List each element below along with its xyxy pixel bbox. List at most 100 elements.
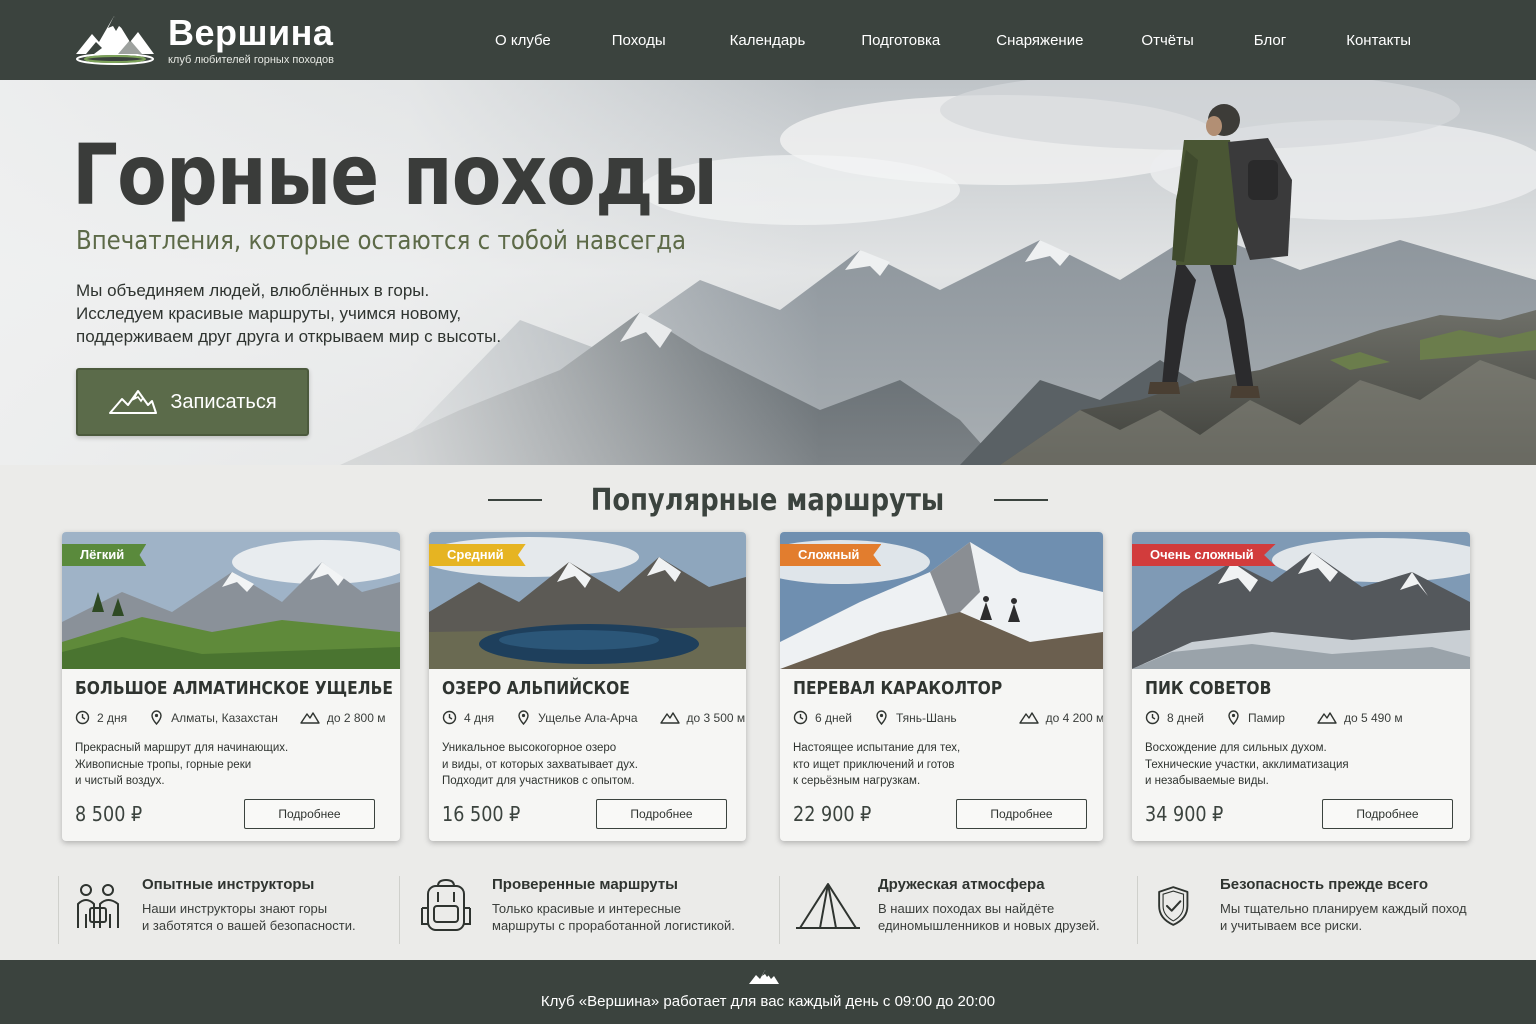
route-title: ПЕРЕВАЛ КАРАКОЛТОР (793, 678, 1003, 699)
nav-item-blog[interactable]: Блог (1224, 32, 1316, 49)
route-desc-line: Технические участки, акклиматизация (1145, 758, 1349, 771)
nav-item-gear[interactable]: Снаряжение (968, 32, 1111, 49)
hero-text-line: Исследуем красивые маршруты, учимся ново… (76, 304, 462, 323)
logo[interactable]: Вершина клуб любителей горных походов (72, 12, 334, 68)
route-card[interactable]: Средний ОЗЕРО АЛЬПИЙСКОЕ 4 дня Ущелье Ал… (429, 532, 746, 841)
hero-banner: Горные походы Впечатления, которые остаю… (0, 80, 1536, 465)
nav-item-calendar[interactable]: Календарь (702, 32, 834, 49)
nav-item-training[interactable]: Подготовка (833, 32, 968, 49)
divider (779, 876, 780, 944)
feature-item: Проверенные маршруты Только красивые и и… (418, 874, 768, 944)
route-card[interactable]: Сложный ПЕРЕВАЛ КАРАКОЛТОР 6 дней Тянь-Ш… (780, 532, 1103, 841)
altitude-mountain-icon (659, 712, 680, 724)
route-location: Алматы, Казахстан (171, 710, 278, 725)
mountain-icon (109, 390, 158, 414)
location-pin-icon (1228, 710, 1239, 725)
route-desc-line: Прекрасный маршрут для начинающих. (75, 742, 289, 754)
brand-tagline: клуб любителей горных походов (168, 54, 334, 66)
route-desc-line: к серьёзным нагрузкам. (793, 775, 921, 787)
feature-text-line: Наши инструкторы знают горы (142, 901, 328, 916)
feature-text-line: маршруты с проработанной логистикой. (492, 918, 735, 933)
route-desc-line: Подходит для участников с опытом. (442, 775, 635, 787)
brand-name: Вершина (168, 12, 334, 53)
route-meta: 6 дней Тянь-Шань до 4 200 м (793, 710, 1103, 725)
route-desc-line: и незабываемые виды. (1145, 775, 1269, 787)
clock-icon (75, 710, 90, 725)
route-desc-line: Настоящее испытание для тех, (793, 742, 961, 754)
route-meta: 4 дня Ущелье Ала-Арча до 3 500 м (442, 710, 746, 725)
mountain-logo-icon (749, 970, 779, 984)
route-altitude: до 5 490 м (1343, 710, 1403, 725)
location-pin-icon (876, 710, 887, 725)
nav-item-hikes[interactable]: Походы (576, 32, 702, 49)
routes-section-header: Популярные маршруты (0, 478, 1536, 522)
feature-title: Опытные инструкторы (142, 876, 315, 893)
feature-text: Мы тщательно планируем каждый поход и уч… (1220, 900, 1467, 934)
location-pin-icon (518, 710, 529, 725)
altitude-mountain-icon (300, 712, 320, 724)
route-price: 34 900 ₽ (1145, 802, 1224, 826)
feature-item: Дружеская атмосфера В наших походах вы н… (796, 874, 1126, 944)
hero-description: Мы объединяем людей, влюблённых в горы. … (76, 279, 501, 348)
difficulty-badge: Лёгкий (62, 544, 147, 566)
divider (993, 499, 1048, 501)
feature-text: В наших походах вы найдёте единомышленни… (878, 900, 1100, 934)
route-desc-line: Восхождение для сильных духом. (1145, 742, 1327, 754)
hero-subtitle: Впечатления, которые остаются с тобой на… (76, 226, 687, 256)
nav-item-about[interactable]: О клубе (470, 32, 576, 49)
clock-icon (793, 710, 808, 725)
route-duration: 8 дней (1167, 710, 1205, 725)
nav-item-contacts[interactable]: Контакты (1316, 32, 1441, 49)
route-desc-line: и чистый воздух. (75, 775, 165, 787)
route-meta: 2 дня Алматы, Казахстан до 2 800 м (75, 710, 400, 725)
feature-title: Проверенные маршруты (492, 876, 678, 893)
divider (399, 876, 400, 944)
route-altitude: до 3 500 м (686, 710, 746, 725)
feature-text-line: Мы тщательно планируем каждый поход (1220, 901, 1467, 916)
route-duration: 4 дня (464, 710, 495, 725)
hero-text-line: поддерживаем друг друга и открываем мир … (76, 327, 502, 346)
main-nav: О клубе Походы Календарь Подготовка Снар… (470, 0, 1441, 80)
route-desc-line: Уникальное высокогорное озеро (442, 742, 617, 754)
route-duration: 2 дня (97, 710, 128, 725)
route-desc-line: Живописные тропы, горные реки (75, 758, 252, 771)
tent-icon (796, 883, 860, 929)
route-card[interactable]: Очень сложный ПИК СОВЕТОВ 8 дней Памир д… (1132, 532, 1470, 841)
hero-text-line: Мы объединяем людей, влюблённых в горы. (76, 281, 430, 300)
hero-title: Горные походы (72, 126, 718, 224)
route-location: Памир (1248, 710, 1285, 725)
difficulty-badge: Сложный (780, 544, 882, 566)
route-location: Ущелье Ала-Арча (538, 710, 638, 725)
route-card[interactable]: Лёгкий БОЛЬШОЕ АЛМАТИНСКОЕ УЩЕЛЬЕ 2 дня … (62, 532, 400, 841)
details-button[interactable]: Подробнее (1322, 799, 1453, 829)
feature-item: Опытные инструкторы Наши инструкторы зна… (72, 874, 392, 944)
feature-text-line: Только красивые и интересные (492, 901, 681, 916)
feature-text-line: В наших походах вы найдёте (878, 901, 1055, 916)
signup-button[interactable]: Записаться (76, 368, 309, 436)
footer-hours-text: Клуб «Вершина» работает для вас каждый д… (540, 993, 996, 1010)
route-description: Настоящее испытание для тех, кто ищет пр… (793, 740, 960, 790)
signup-button-label: Записаться (170, 390, 277, 413)
details-button[interactable]: Подробнее (956, 799, 1087, 829)
divider (58, 876, 59, 944)
routes-section-title: Популярные маршруты (591, 482, 945, 518)
feature-text: Только красивые и интересные маршруты с … (492, 900, 735, 934)
route-desc-line: и виды, от которых захватывает дух. (442, 758, 638, 771)
route-price: 16 500 ₽ (442, 802, 521, 826)
feature-title: Дружеская атмосфера (878, 876, 1045, 893)
backpack-icon (421, 878, 471, 931)
nav-item-reports[interactable]: Отчёты (1111, 32, 1223, 49)
details-button[interactable]: Подробнее (244, 799, 375, 829)
feature-text-line: единомышленников и новых друзей. (878, 918, 1100, 933)
feature-text-line: и заботятся о вашей безопасности. (142, 918, 356, 933)
shield-check-icon (1158, 886, 1189, 926)
route-title: БОЛЬШОЕ АЛМАТИНСКОЕ УЩЕЛЬЕ (75, 678, 393, 699)
route-title: ПИК СОВЕТОВ (1145, 678, 1272, 699)
route-description: Прекрасный маршрут для начинающих. Живоп… (75, 740, 288, 790)
route-description: Уникальное высокогорное озеро и виды, от… (442, 740, 638, 790)
route-duration: 6 дней (815, 710, 853, 725)
feature-text-line: и учитываем все риски. (1220, 918, 1363, 933)
details-button[interactable]: Подробнее (596, 799, 727, 829)
route-meta: 8 дней Памир до 5 490 м (1145, 710, 1425, 725)
altitude-mountain-icon (1317, 712, 1337, 724)
